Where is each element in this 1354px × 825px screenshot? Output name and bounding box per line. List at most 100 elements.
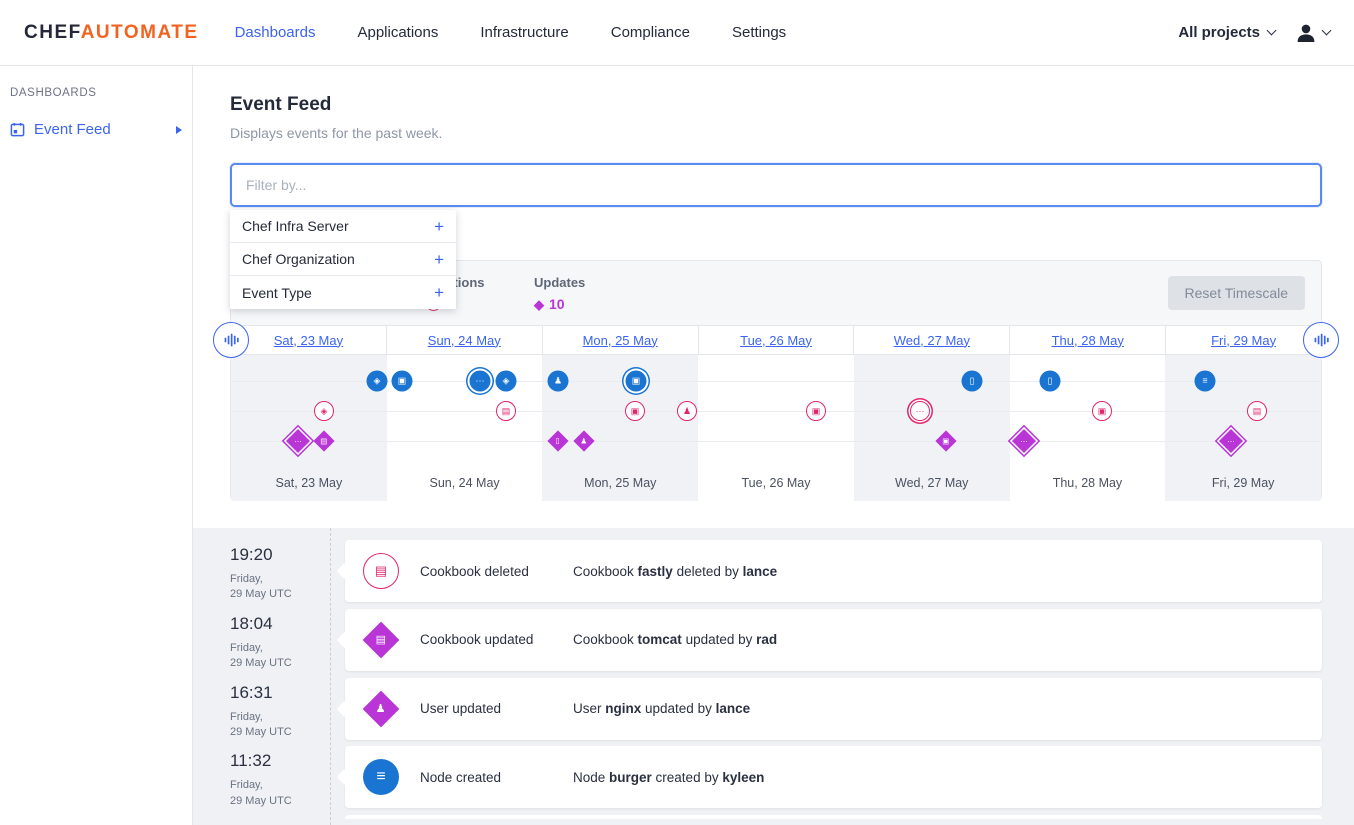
chef-automate-logo: CHEFAUTOMATE — [24, 22, 199, 44]
nav-item-dashboards[interactable]: Dashboards — [235, 24, 316, 41]
timeline-date-header: Sat, 23 May Sun, 24 May Mon, 25 May Tue,… — [231, 325, 1321, 355]
date-link[interactable]: Wed, 27 May — [894, 333, 970, 348]
page-subtitle: Displays events for the past week. — [230, 125, 1322, 141]
reset-timescale-button[interactable]: Reset Timescale — [1168, 276, 1305, 310]
event-type-label: Cookbook updated — [420, 632, 573, 647]
event-time: 18:04 Friday, 29 May UTC — [230, 609, 330, 672]
projects-filter-dropdown[interactable]: All projects — [1178, 24, 1275, 41]
timeline-marker-create-layers[interactable]: ◈ — [367, 371, 388, 392]
bag-icon: ▣ — [1098, 407, 1107, 416]
day-column: Sat, 23 May — [231, 355, 387, 501]
expand-arrow-icon[interactable] — [176, 126, 182, 134]
timeline-marker-create-person[interactable]: ♟ — [548, 371, 569, 392]
projects-filter-label: All projects — [1178, 24, 1260, 41]
event-description: User nginx updated by lance — [573, 701, 750, 716]
filter-option-chef-organization[interactable]: Chef Organization + — [230, 243, 456, 276]
event-card[interactable]: ▤ Cookbook deleted Cookbook fastly delet… — [345, 540, 1322, 602]
timeline-marker-delete-ellipsis[interactable]: ⋯ — [910, 401, 930, 421]
book-icon: ▤ — [502, 407, 511, 416]
event-row — [230, 815, 1322, 820]
filter-option-label: Chef Infra Server — [242, 218, 349, 234]
date-link[interactable]: Sat, 23 May — [274, 333, 343, 348]
event-description: Cookbook fastly deleted by lance — [573, 564, 777, 579]
node-icon: ▯ — [556, 437, 560, 445]
nav-item-settings[interactable]: Settings — [732, 24, 786, 41]
stat-updates-value: 10 — [549, 296, 565, 312]
ellipsis-icon: ⋯ — [1020, 437, 1028, 445]
logo-chef: CHEF — [24, 22, 81, 43]
event-entity: fastly — [638, 564, 673, 579]
event-entity: tomcat — [638, 632, 682, 647]
nav-item-applications[interactable]: Applications — [357, 24, 438, 41]
timeline-marker-delete-book[interactable]: ▤ — [1247, 401, 1267, 421]
timeline-scroll-left-button[interactable] — [213, 322, 249, 358]
event-time-value: 11:32 — [230, 751, 330, 771]
event-time: 19:20 Friday, 29 May UTC — [230, 540, 330, 603]
timeline-marker-delete-bag[interactable]: ▣ — [806, 401, 826, 421]
date-header-cell: Tue, 26 May — [698, 326, 854, 354]
event-card[interactable]: ≡ Node created Node burger created by ky… — [345, 746, 1322, 808]
layers-icon: ◈ — [503, 377, 510, 386]
timeline-marker-delete-bag[interactable]: ▣ — [1092, 401, 1112, 421]
timeline-scroll-right-button[interactable] — [1303, 322, 1339, 358]
day-column: Fri, 29 May — [1165, 355, 1321, 501]
timeline-marker-create-node[interactable]: ▯ — [962, 371, 983, 392]
timeline-grid: Sat, 23 May Sun, 24 May Mon, 25 May Tue,… — [231, 325, 1321, 501]
date-footer-label: Sat, 23 May — [231, 476, 387, 490]
cookbook-deleted-icon: ▤ — [363, 553, 399, 589]
date-link[interactable]: Fri, 29 May — [1211, 333, 1276, 348]
ellipsis-icon: ⋯ — [916, 407, 925, 416]
timeline-marker-create-node[interactable]: ▯ — [1040, 371, 1061, 392]
date-link[interactable]: Sun, 24 May — [428, 333, 501, 348]
nav-item-compliance[interactable]: Compliance — [611, 24, 690, 41]
date-header-cell: Mon, 25 May — [542, 326, 698, 354]
event-user: lance — [743, 564, 778, 579]
date-link[interactable]: Thu, 28 May — [1052, 333, 1124, 348]
timeline-marker-delete-bag[interactable]: ▣ — [625, 401, 645, 421]
bag-icon: ▣ — [812, 407, 821, 416]
timeline-marker-create-layers[interactable]: ◈ — [496, 371, 517, 392]
timeline-marker-delete-book[interactable]: ▤ — [496, 401, 516, 421]
timescale-slider-icon — [223, 332, 239, 348]
timeline-marker-delete-layers[interactable]: ◈ — [314, 401, 334, 421]
day-column: Wed, 27 May — [854, 355, 1010, 501]
plus-icon[interactable]: + — [434, 251, 444, 268]
sidebar-item-event-feed[interactable]: Event Feed — [0, 115, 192, 144]
user-menu[interactable] — [1295, 22, 1330, 44]
layers-icon: ◈ — [321, 407, 328, 416]
nav-right: All projects — [1178, 22, 1330, 44]
filter-option-chef-infra-server[interactable]: Chef Infra Server + — [230, 210, 456, 243]
date-header-cell: Sat, 23 May — [231, 326, 386, 354]
timeline-marker-create-bag[interactable]: ▣ — [626, 371, 647, 392]
updates-diamond-icon: ◆ — [534, 298, 544, 311]
date-link[interactable]: Tue, 26 May — [740, 333, 812, 348]
event-time: 16:31 Friday, 29 May UTC — [230, 678, 330, 741]
timeline-marker-create-bag[interactable]: ▣ — [392, 371, 413, 392]
ellipsis-icon: ⋯ — [476, 377, 485, 386]
timeline-marker-create-list[interactable]: ≡ — [1195, 371, 1216, 392]
date-footer-label: Sun, 24 May — [387, 476, 543, 490]
node-created-icon: ≡ — [363, 759, 399, 795]
date-footer-label: Tue, 26 May — [698, 476, 854, 490]
event-card[interactable]: ♟ User updated User nginx updated by lan… — [345, 678, 1322, 740]
event-date: Friday, 29 May UTC — [230, 641, 330, 672]
timeline-marker-create-ellipsis[interactable]: ⋯ — [470, 371, 491, 392]
chevron-down-icon — [1267, 26, 1277, 36]
event-time-value: 16:31 — [230, 683, 330, 703]
plus-icon[interactable]: + — [434, 218, 444, 235]
event-card-partial — [345, 815, 1322, 819]
event-date: Friday, 29 May UTC — [230, 572, 330, 603]
date-link[interactable]: Mon, 25 May — [583, 333, 658, 348]
main-nav: Dashboards Applications Infrastructure C… — [235, 24, 787, 41]
ellipsis-icon: ⋯ — [294, 437, 302, 445]
event-entity: nginx — [605, 701, 641, 716]
date-header-cell: Sun, 24 May — [386, 326, 542, 354]
filter-input[interactable] — [230, 163, 1322, 207]
filter-option-event-type[interactable]: Event Type + — [230, 276, 456, 309]
event-card[interactable]: ▤ Cookbook updated Cookbook tomcat updat… — [345, 609, 1322, 671]
gridline — [232, 411, 1320, 412]
timeline-marker-delete-person[interactable]: ♟ — [677, 401, 697, 421]
nav-item-infrastructure[interactable]: Infrastructure — [480, 24, 568, 41]
plus-icon[interactable]: + — [434, 284, 444, 301]
event-user: kyleen — [722, 770, 764, 785]
